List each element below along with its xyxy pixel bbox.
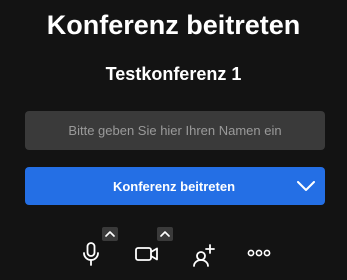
chevron-up-icon — [160, 231, 170, 237]
meeting-name: Testkonferenz 1 — [105, 64, 242, 84]
join-meeting-label: Konferenz beitreten — [112, 178, 236, 194]
join-options-button[interactable] — [287, 167, 325, 205]
page-title: Konferenz beitreten — [46, 10, 301, 40]
chevron-up-icon — [105, 231, 115, 237]
microphone-options-button[interactable] — [102, 227, 118, 241]
chevron-down-icon — [297, 181, 315, 191]
camera-icon — [135, 247, 158, 261]
microphone-button[interactable] — [78, 240, 104, 268]
camera-button[interactable] — [134, 242, 160, 266]
microphone-icon — [83, 242, 99, 266]
more-options-button[interactable] — [246, 246, 272, 260]
camera-options-button[interactable] — [157, 227, 173, 241]
more-options-icon — [247, 249, 271, 257]
display-name-input[interactable] — [25, 111, 325, 150]
invite-people-button[interactable] — [190, 240, 218, 268]
join-meeting-button[interactable]: Konferenz beitreten — [25, 167, 325, 205]
invite-people-icon — [193, 244, 215, 267]
prejoin-screen: Konferenz beitreten Testkonferenz 1 Konf… — [0, 0, 347, 280]
